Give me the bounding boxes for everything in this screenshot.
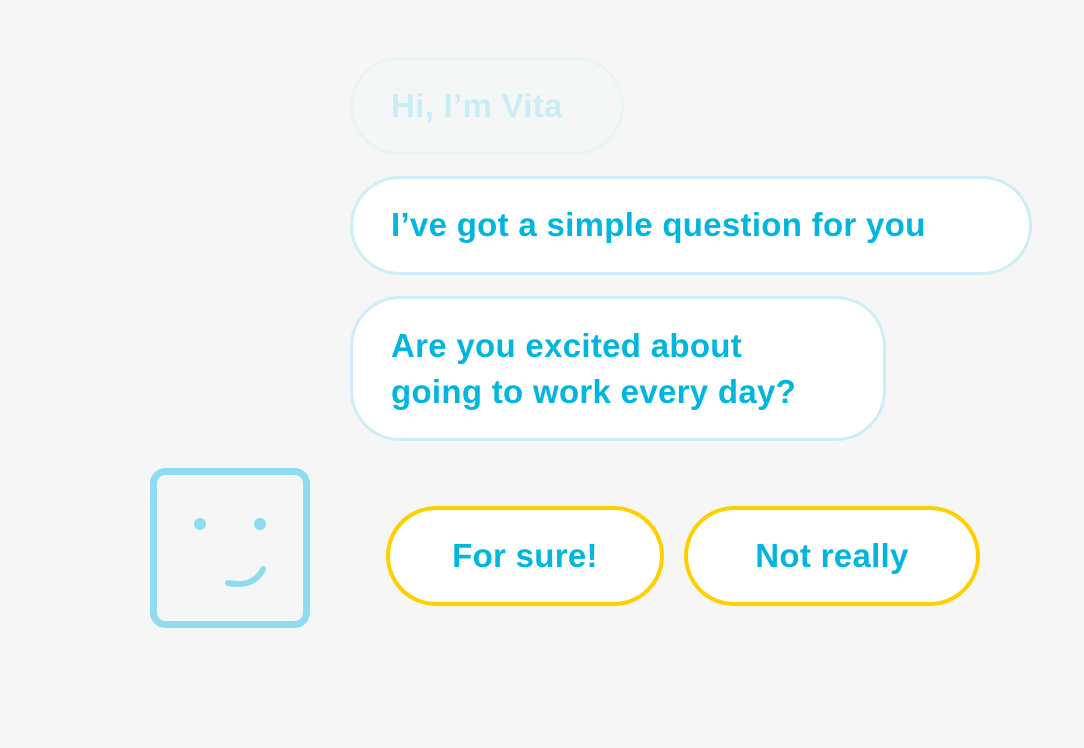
question-text-line1: Are you excited about	[391, 327, 743, 364]
greeting-text: Hi, I’m Vita	[391, 87, 563, 124]
for-sure-button[interactable]: For sure!	[386, 506, 664, 606]
for-sure-label: For sure!	[452, 537, 598, 574]
smiley-face-icon	[150, 468, 310, 628]
question-text-line2: going to work every day?	[391, 373, 797, 410]
right-eye-icon	[254, 518, 266, 530]
left-eye-icon	[194, 518, 206, 530]
question-bubble: Are you excited about going to work ever…	[350, 296, 886, 441]
smile-icon	[225, 566, 266, 587]
greeting-bubble: Hi, I’m Vita	[350, 57, 624, 155]
bot-avatar	[150, 468, 310, 628]
not-really-label: Not really	[755, 537, 909, 574]
intro-bubble: I’ve got a simple question for you	[350, 176, 1032, 275]
intro-text: I’ve got a simple question for you	[391, 206, 926, 243]
not-really-button[interactable]: Not really	[684, 506, 980, 606]
